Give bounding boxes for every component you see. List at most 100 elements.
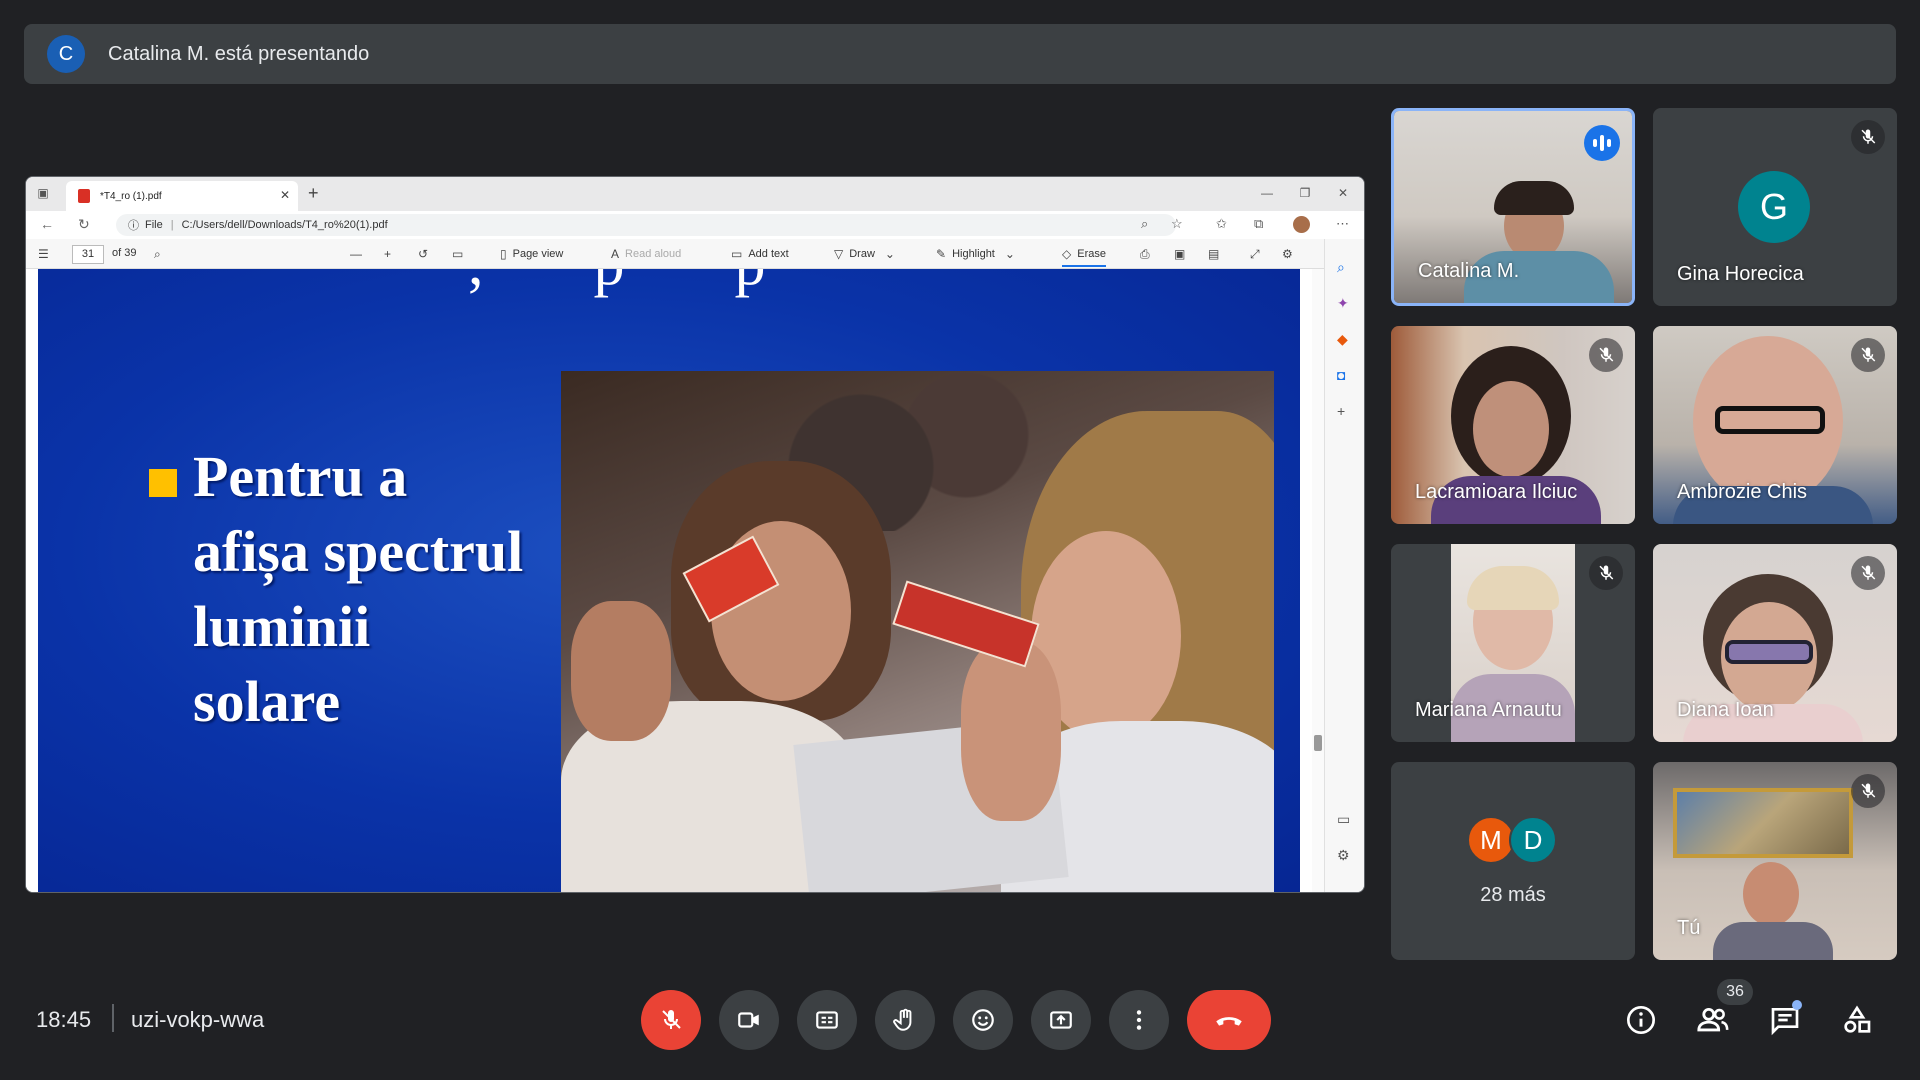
- raise-hand-icon: [893, 1008, 912, 1031]
- mic-off-icon: [1851, 556, 1885, 590]
- slide-photo: [561, 371, 1274, 892]
- highlight-button[interactable]: ✎ Highlight ⌄: [936, 247, 1021, 261]
- add-text-button[interactable]: ▭ Add text: [731, 247, 789, 261]
- find-icon[interactable]: ⌕: [154, 247, 167, 262]
- activities-button[interactable]: [1835, 998, 1879, 1042]
- tab-actions-icon[interactable]: ▣: [36, 186, 50, 200]
- page-total: of 39: [112, 247, 137, 259]
- fullscreen-icon[interactable]: ⤢: [1250, 247, 1266, 262]
- info-icon: [1627, 1006, 1655, 1034]
- participant-tile-mariana[interactable]: Mariana Arnautu: [1391, 544, 1635, 742]
- outlook-icon[interactable]: ◘: [1337, 367, 1345, 383]
- participant-tile-diana[interactable]: Diana Ioan: [1653, 544, 1897, 742]
- browser-tabbar: ▣ *T4_ro (1).pdf ✕ + — ❐ ✕: [26, 177, 1364, 211]
- slide: ,pp Pentru a afișa spectrul luminii sola…: [38, 269, 1300, 892]
- participant-name: Ambrozie Chis: [1677, 481, 1808, 503]
- draw-icon: ▽: [834, 247, 844, 261]
- reactions-button[interactable]: [953, 990, 1013, 1050]
- browser-menu-icon[interactable]: ⋯: [1336, 216, 1349, 232]
- tab-close-icon[interactable]: ✕: [280, 188, 290, 202]
- draw-button[interactable]: ▽ Draw ⌄: [834, 247, 901, 261]
- camera-icon: [738, 1012, 759, 1028]
- mic-off-icon: [1589, 556, 1623, 590]
- pdf-settings-icon[interactable]: ⚙: [1282, 247, 1299, 261]
- read-aloud-icon: A: [611, 247, 620, 261]
- browser-tab[interactable]: *T4_ro (1).pdf ✕: [66, 181, 298, 211]
- address-prefix: File: [145, 219, 163, 231]
- activities-icon: [1844, 1005, 1871, 1033]
- speaking-indicator-icon: [1584, 125, 1620, 161]
- mic-toggle-button[interactable]: [641, 990, 701, 1050]
- mic-off-icon: [1851, 120, 1885, 154]
- more-participants-avatars: M D: [1467, 816, 1557, 864]
- page-view-icon: ▯: [500, 247, 507, 261]
- pdf-file-icon: [78, 189, 90, 203]
- eraser-icon: ◇: [1062, 247, 1072, 261]
- office-icon[interactable]: ◆: [1337, 331, 1348, 348]
- zoom-icon[interactable]: ⌕: [1141, 216, 1148, 232]
- reload-icon[interactable]: ↻: [78, 216, 90, 233]
- participant-tile-self[interactable]: Tú: [1653, 762, 1897, 960]
- participant-tile-gina[interactable]: G Gina Horecica: [1653, 108, 1897, 306]
- participant-name: Lacramioara Ilciuc: [1415, 481, 1578, 503]
- participant-tile-lacramioara[interactable]: Lacramioara Ilciuc: [1391, 326, 1635, 524]
- pdf-scrollbar[interactable]: [1312, 269, 1324, 892]
- participant-avatar: D: [1509, 816, 1557, 864]
- copilot-icon[interactable]: ✦: [1337, 295, 1349, 312]
- address-bar[interactable]: ⓘ File | C:/Users/dell/Downloads/T4_ro%2…: [116, 214, 1176, 236]
- search-icon[interactable]: ⌕: [1337, 259, 1345, 276]
- painting: [1673, 788, 1853, 858]
- zoom-out-icon[interactable]: —: [350, 247, 368, 261]
- collections-icon[interactable]: ⧉: [1254, 216, 1263, 232]
- sidebar-settings-icon[interactable]: ⚙: [1337, 847, 1350, 864]
- fit-page-icon[interactable]: ▭: [452, 247, 469, 261]
- more-options-button[interactable]: [1109, 990, 1169, 1050]
- save-as-icon[interactable]: ▤: [1208, 247, 1225, 261]
- participant-tile-catalina[interactable]: Catalina M.: [1391, 108, 1635, 306]
- back-icon[interactable]: ←: [40, 216, 54, 232]
- participant-tile-ambrozie[interactable]: Ambrozie Chis: [1653, 326, 1897, 524]
- page-number-input[interactable]: 31: [72, 245, 104, 264]
- favorite-icon[interactable]: ☆: [1171, 216, 1183, 232]
- erase-button[interactable]: ◇ Erase: [1062, 247, 1106, 267]
- spectroscope-box: [892, 580, 1040, 668]
- presenter-banner: C Catalina M. está presentando: [24, 24, 1896, 84]
- add-sidebar-icon[interactable]: +: [1337, 403, 1345, 419]
- meeting-details-button[interactable]: [1619, 998, 1663, 1042]
- captions-button[interactable]: [797, 990, 857, 1050]
- scrollbar-thumb[interactable]: [1314, 735, 1322, 751]
- print-icon[interactable]: ⎙: [1140, 247, 1156, 262]
- presenter-avatar: C: [47, 35, 85, 73]
- slide-line: solare: [193, 669, 341, 734]
- mic-off-icon: [1851, 774, 1885, 808]
- save-icon[interactable]: ▣: [1174, 247, 1191, 261]
- minimize-icon[interactable]: —: [1260, 186, 1274, 200]
- profile-avatar[interactable]: [1293, 216, 1310, 233]
- leave-call-button[interactable]: [1187, 990, 1271, 1050]
- page-view-button[interactable]: ▯ Page view: [500, 247, 563, 261]
- rotate-icon[interactable]: ↺: [418, 247, 434, 261]
- participant-name: Catalina M.: [1418, 260, 1520, 282]
- raise-hand-button[interactable]: [875, 990, 935, 1050]
- add-text-icon: ▭: [731, 247, 743, 261]
- zoom-in-icon[interactable]: +: [384, 247, 397, 261]
- camera-toggle-button[interactable]: [719, 990, 779, 1050]
- people-button[interactable]: [1691, 998, 1735, 1042]
- participant-tile-more[interactable]: M D 28 más: [1391, 762, 1635, 960]
- contents-icon[interactable]: ☰: [38, 247, 55, 261]
- favorites-list-icon[interactable]: ✩: [1216, 216, 1227, 232]
- present-button[interactable]: [1031, 990, 1091, 1050]
- address-bar-row: ← ↻ ⓘ File | C:/Users/dell/Downloads/T4_…: [26, 211, 1364, 239]
- participant-name: Gina Horecica: [1677, 263, 1804, 285]
- present-icon: [1050, 1011, 1072, 1029]
- highlight-icon: ✎: [936, 247, 947, 261]
- chevron-down-icon: ⌄: [1004, 247, 1015, 261]
- pdf-document[interactable]: ,pp Pentru a afișa spectrul luminii sola…: [26, 269, 1326, 892]
- restore-icon[interactable]: ❐: [1298, 186, 1312, 200]
- pdf-toolbar: ☰ 31 of 39 ⌕ — + ↺ ▭ ▯ Page view A Read al…: [26, 239, 1364, 269]
- read-aloud-button[interactable]: A Read aloud: [611, 247, 681, 261]
- hide-sidebar-icon[interactable]: ▭: [1337, 811, 1350, 828]
- browser-sidebar: ⌕ ✦ ◆ ◘ + ▭ ⚙: [1324, 239, 1364, 892]
- new-tab-icon[interactable]: +: [308, 183, 319, 204]
- window-close-icon[interactable]: ✕: [1336, 186, 1350, 200]
